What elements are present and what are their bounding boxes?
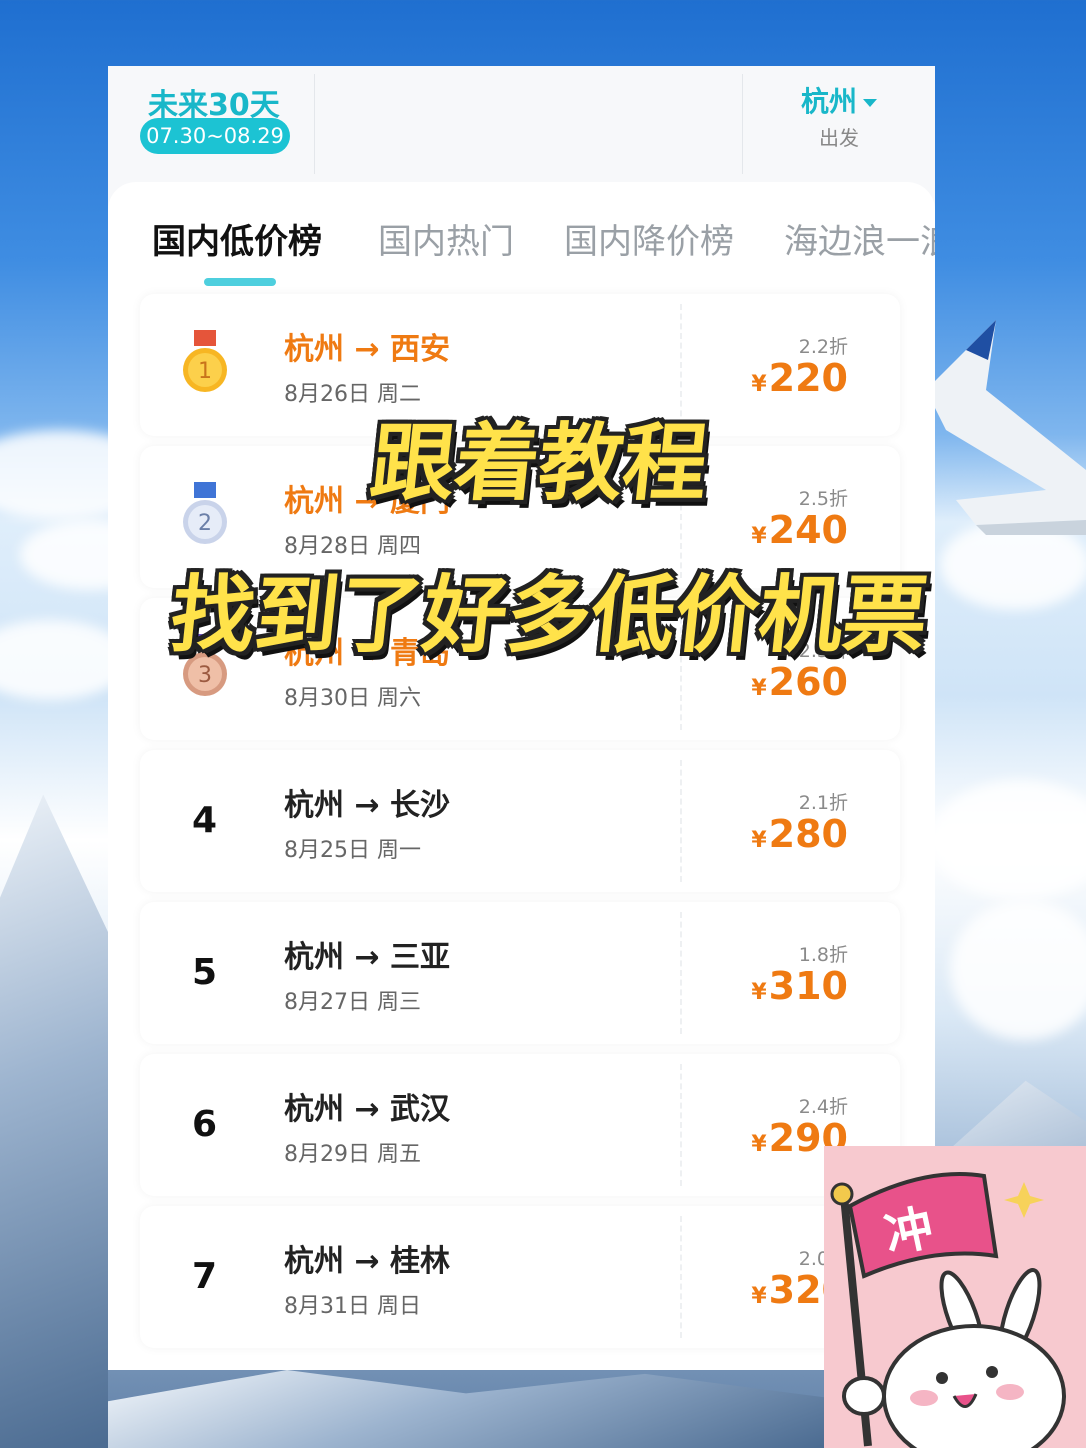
dashed-divider (680, 760, 682, 882)
caret-down-icon (863, 99, 878, 107)
price: ¥310 (751, 964, 848, 1008)
price-value: 240 (768, 508, 848, 552)
price: ¥220 (751, 356, 848, 400)
airplane-wing (926, 320, 1086, 535)
departure-label: 出发 (819, 126, 859, 150)
divider (742, 74, 743, 174)
dashed-divider (680, 1216, 682, 1338)
flight-date: 8月31日 周日 (284, 1294, 421, 1319)
divider (314, 74, 315, 174)
discount-label: 2.1折 (798, 792, 848, 814)
overlay-caption-line1: 跟着教程 (366, 414, 713, 512)
tab-seaside[interactable]: 海边浪一浪 (784, 214, 935, 263)
price: ¥240 (751, 508, 848, 552)
route-row[interactable]: 6 杭州 → 武汉 8月29日 周五 2.4折 ¥290 (140, 1054, 900, 1196)
route-row[interactable]: 7 杭州 → 桂林 8月31日 周日 2.0折 ¥320 (140, 1206, 900, 1348)
currency-symbol: ¥ (751, 1284, 767, 1309)
rank-number: 6 (192, 1104, 218, 1145)
dashed-divider (680, 912, 682, 1034)
currency-symbol: ¥ (751, 524, 767, 549)
tab-domestic-price-drop[interactable]: 国内降价榜 (564, 214, 734, 263)
top-bar: 未来30天 07.30~08.29 杭州 出发 (108, 66, 935, 184)
route-label: 杭州 → 西安 (284, 332, 451, 367)
price-value: 280 (768, 812, 848, 856)
silver-medal-icon: 2 (183, 482, 227, 544)
svg-text:1: 1 (198, 359, 212, 384)
active-tab-indicator (204, 278, 276, 286)
tab-domestic-hot[interactable]: 国内热门 (378, 214, 514, 263)
currency-symbol: ¥ (751, 1132, 767, 1157)
rank-number: 5 (192, 952, 218, 993)
route-label: 杭州 → 三亚 (284, 940, 451, 975)
discount-label: 2.2折 (798, 336, 848, 358)
flight-date: 8月29日 周五 (284, 1142, 421, 1167)
gold-medal-icon: 1 (183, 330, 227, 392)
overlay-caption-line2: 找到了好多低价机票 (166, 566, 933, 664)
price-value: 220 (768, 356, 848, 400)
bunny-sticker: 冲 (824, 1146, 1086, 1448)
flight-date: 8月25日 周一 (284, 838, 421, 863)
flight-date: 8月27日 周三 (284, 990, 421, 1015)
tab-bar: 国内低价榜 国内热门 国内降价榜 海边浪一浪 (108, 214, 935, 286)
rank-number: 7 (192, 1256, 218, 1297)
currency-symbol: ¥ (751, 372, 767, 397)
discount-label: 2.5折 (798, 488, 848, 510)
currency-symbol: ¥ (751, 676, 767, 701)
rank-number: 4 (192, 800, 218, 841)
price-value: 310 (768, 964, 848, 1008)
route-label: 杭州 → 长沙 (284, 788, 451, 823)
discount-label: 1.8折 (798, 944, 848, 966)
flight-date: 8月30日 周六 (284, 686, 421, 711)
route-row[interactable]: 4 杭州 → 长沙 8月25日 周一 2.1折 ¥280 (140, 750, 900, 892)
discount-label: 2.4折 (798, 1096, 848, 1118)
dashed-divider (680, 1064, 682, 1186)
route-row[interactable]: 5 杭州 → 三亚 8月27日 周三 1.8折 ¥310 (140, 902, 900, 1044)
currency-symbol: ¥ (751, 828, 767, 853)
route-label: 杭州 → 桂林 (284, 1244, 451, 1279)
city-label: 杭州 (801, 85, 858, 118)
departure-city-selector[interactable]: 杭州 (801, 80, 878, 120)
ranking-panel: 国内低价榜 国内热门 国内降价榜 海边浪一浪 1 杭州 → 西安 8月26日 周… (108, 182, 935, 1370)
svg-text:2: 2 (198, 511, 212, 536)
price: ¥280 (751, 812, 848, 856)
bunny-sticker-art (830, 1172, 1066, 1448)
currency-symbol: ¥ (751, 980, 767, 1005)
app-screen: 未来30天 07.30~08.29 杭州 出发 国内低价榜 国内热门 国内降价榜… (108, 66, 935, 1370)
date-range-badge[interactable]: 07.30~08.29 (140, 118, 290, 154)
tab-domestic-low-price[interactable]: 国内低价榜 (152, 214, 322, 263)
route-label: 杭州 → 武汉 (284, 1092, 451, 1127)
